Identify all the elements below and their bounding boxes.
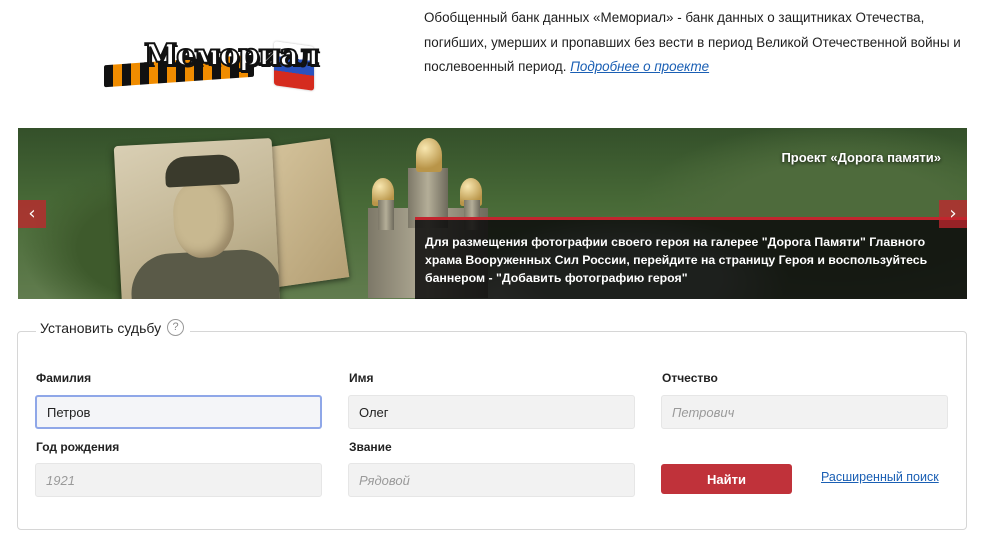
logo-wordmark: Мемориал [143, 37, 320, 74]
portrait-cap [164, 153, 240, 188]
banner-prev-arrow-icon[interactable]: ‹ [18, 200, 46, 228]
first-name-input[interactable] [348, 395, 635, 429]
search-form [17, 331, 967, 530]
project-description: Обобщенный банк данных «Мемориал» - банк… [424, 6, 984, 80]
patronymic-input[interactable] [661, 395, 948, 429]
rank-input[interactable] [348, 463, 635, 497]
search-button[interactable]: Найти [661, 464, 792, 494]
banner-next-arrow-icon[interactable]: › [939, 200, 967, 228]
birth-year-input[interactable] [35, 463, 322, 497]
last-name-label: Фамилия [36, 371, 92, 385]
banner-title: Проект «Дорога памяти» [781, 150, 941, 165]
soldier-portrait [113, 137, 281, 299]
banner-caption: Для размещения фотографии своего героя н… [415, 217, 967, 299]
search-form-legend: Установить судьбу ? [36, 319, 191, 336]
birth-year-label: Год рождения [36, 440, 120, 454]
portrait-face [171, 180, 236, 260]
memory-road-banner[interactable]: Проект «Дорога памяти» Для размещения фо… [18, 128, 967, 299]
patronymic-label: Отчество [662, 371, 718, 385]
first-name-label: Имя [349, 371, 374, 385]
rank-label: Звание [349, 440, 392, 454]
search-form-title: Установить судьбу [40, 319, 162, 336]
advanced-search-link[interactable]: Расширенный поиск [821, 470, 939, 484]
last-name-input[interactable] [35, 395, 322, 429]
memorial-logo[interactable]: Мемориал [104, 30, 320, 91]
help-icon[interactable]: ? [167, 319, 185, 336]
more-about-project-link[interactable]: Подробнее о проекте [570, 59, 709, 74]
